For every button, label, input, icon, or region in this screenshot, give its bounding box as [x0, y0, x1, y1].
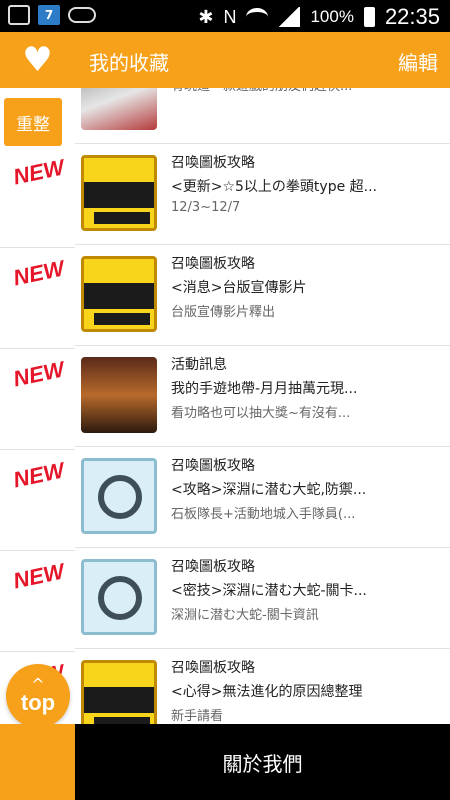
favorite-subtitle: <心得>無法進化的原因總整理	[171, 684, 363, 700]
favorite-thumbnail	[81, 357, 157, 433]
signal-icon	[278, 7, 301, 27]
favorite-item[interactable]: 召喚圖板攻略 <心得>無法進化的原因總整理 新手請看	[75, 649, 450, 724]
favorite-subtitle: <消息>台版宣傳影片	[171, 280, 307, 296]
drawer-item[interactable]: NEW	[0, 450, 75, 551]
drawer-item[interactable]: NEW	[0, 248, 75, 349]
new-badge: NEW	[10, 558, 67, 594]
favorite-thumbnail	[81, 155, 157, 231]
favorite-title: 活動訊息	[171, 357, 227, 373]
heart-icon[interactable]: ♥	[22, 43, 52, 77]
favorite-thumbnail	[81, 559, 157, 635]
bluetooth-icon: ✱	[198, 6, 214, 27]
thumbnail-band	[94, 212, 150, 224]
status-bar: 7 ✱ N 100% 22:35	[0, 0, 450, 32]
favorite-description: 看功略也可以抽大獎~有沒有...	[171, 406, 351, 421]
drawer-header: ♥	[0, 32, 75, 88]
favorite-description: 台版宣傳影片釋出	[171, 305, 276, 320]
top-button-label: top	[20, 690, 56, 715]
thumbnail-band	[84, 182, 154, 208]
new-badge: NEW	[10, 457, 67, 493]
favorite-item[interactable]: 召喚圖板攻略 <消息>台版宣傳影片 台版宣傳影片釋出	[75, 245, 450, 346]
edit-button[interactable]: 編輯	[398, 47, 438, 76]
favorite-description: 深淵に潜む大蛇-關卡資訊	[171, 608, 319, 623]
thumbnail-band	[94, 313, 150, 325]
thumbnail-coil	[98, 576, 142, 620]
reorder-button[interactable]: 重整	[4, 98, 62, 146]
favorite-item[interactable]: 活動訊息我的手遊地帶-月月抽萬元現... 看功略也可以抽大獎~有沒有...	[75, 346, 450, 447]
favorite-item[interactable]: 召喚圖板攻略 <攻略>深淵に潜む大蛇,防禦... 石板隊長+活動地城入手隊員(...	[75, 447, 450, 548]
thumbnail-band	[84, 687, 154, 713]
drawer-item[interactable]: NEW	[0, 551, 75, 652]
drawer-item[interactable]: NEW	[0, 147, 75, 248]
favorite-title: 召喚圖板攻略	[171, 155, 255, 171]
favorite-subtitle: <攻略>深淵に潜む大蛇,防禦...	[171, 482, 367, 498]
favorite-description: 有玩這一款遊戲的朋友們趕快...	[171, 88, 445, 94]
calendar-icon: 7	[38, 5, 60, 25]
battery-percent: 100%	[310, 7, 354, 26]
favorite-item[interactable]: 召喚圖板攻略 <密技>深淵に潜む大蛇-關卡... 深淵に潜む大蛇-關卡資訊	[75, 548, 450, 649]
favorite-thumbnail	[81, 88, 157, 130]
thumbnail-band	[94, 717, 150, 724]
favorite-description: 12/3~12/7	[171, 200, 241, 215]
cloud-icon	[68, 7, 96, 23]
favorite-title: 召喚圖板攻略	[171, 559, 255, 575]
calendar-badge: 7	[44, 8, 54, 22]
favorite-subtitle: <更新>☆5以上の拳頭type 超...	[171, 179, 377, 195]
favorite-subtitle: <密技>深淵に潜む大蛇-關卡...	[171, 583, 367, 599]
drawer-footer	[0, 724, 75, 800]
favorite-description: 石板隊長+活動地城入手隊員(...	[171, 507, 356, 522]
favorites-list[interactable]: 【列王的紛爭】的功略在手遊...有玩這一款遊戲的朋友們趕快... 召喚圖板攻略 <更…	[75, 88, 450, 724]
wifi-icon	[246, 8, 269, 26]
nfc-icon: N	[223, 6, 237, 27]
about-us-button[interactable]: 關於我們	[75, 724, 450, 800]
favorite-item[interactable]: 召喚圖板攻略 <更新>☆5以上の拳頭type 超... 12/3~12/7	[75, 144, 450, 245]
favorite-subtitle: 我的手遊地帶-月月抽萬元現...	[171, 381, 358, 397]
battery-icon	[363, 7, 375, 27]
scroll-to-top-button[interactable]: ^ top	[6, 664, 70, 728]
app-bar: 我的收藏 編輯	[75, 32, 450, 88]
favorite-item[interactable]: 【列王的紛爭】的功略在手遊...有玩這一款遊戲的朋友們趕快...	[75, 88, 450, 144]
new-badge: NEW	[10, 356, 67, 392]
favorite-thumbnail	[81, 256, 157, 332]
page-title: 我的收藏	[89, 51, 169, 75]
thumbnail-band	[84, 283, 154, 309]
favorite-thumbnail	[81, 660, 157, 724]
favorite-title: 召喚圖板攻略	[171, 458, 255, 474]
favorite-thumbnail	[81, 458, 157, 534]
gallery-icon	[8, 5, 30, 25]
side-drawer: ♥ 重整 NEWNEWNEWNEWNEWNEW ^ top	[0, 32, 75, 800]
new-badge: NEW	[10, 255, 67, 291]
favorite-title: 召喚圖板攻略	[171, 660, 255, 676]
favorite-description: 新手請看	[171, 709, 224, 724]
favorite-title: 召喚圖板攻略	[171, 256, 255, 272]
new-badge: NEW	[10, 154, 67, 190]
drawer-item[interactable]: NEW	[0, 349, 75, 450]
thumbnail-coil	[98, 475, 142, 519]
clock: 22:35	[384, 4, 440, 29]
favorites-panel: 我的收藏 編輯 【列王的紛爭】的功略在手遊...有玩這一款遊戲的朋友們趕快...…	[75, 32, 450, 800]
